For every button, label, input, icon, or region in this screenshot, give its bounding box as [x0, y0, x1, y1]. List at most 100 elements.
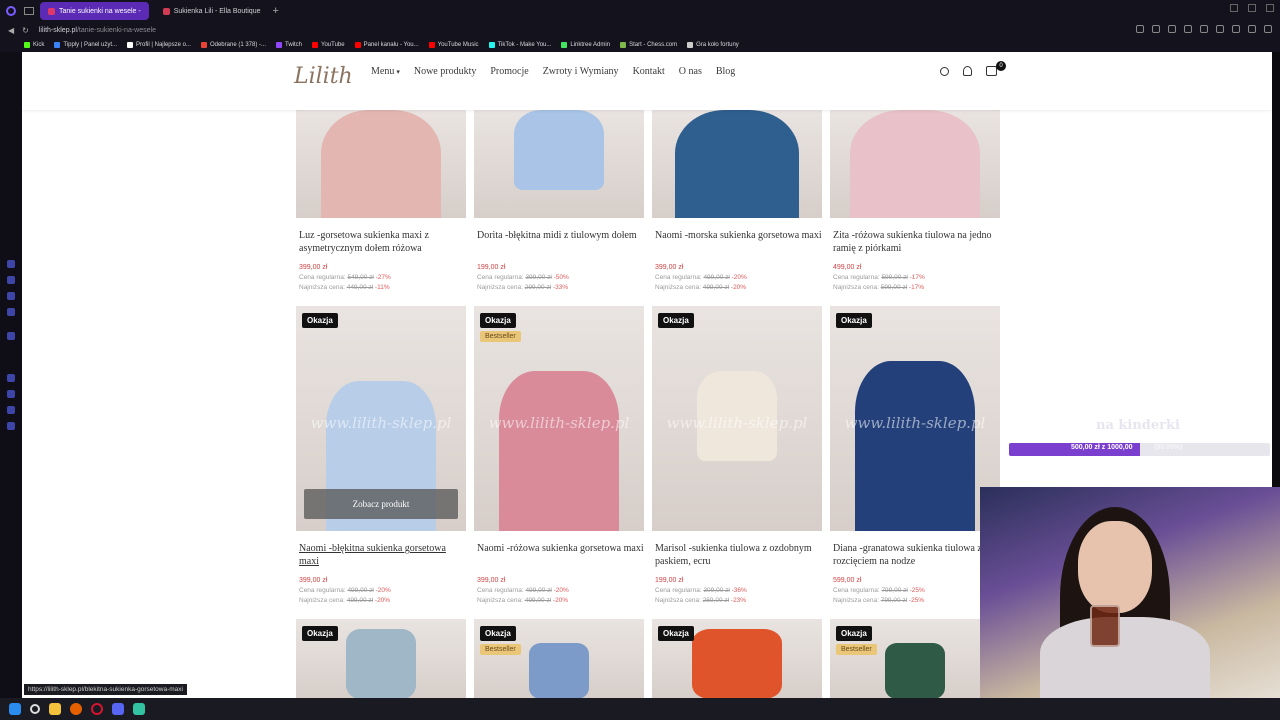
new-tab-button[interactable]: +: [273, 5, 279, 17]
file-explorer-icon[interactable]: [49, 703, 61, 715]
tab-favicon-icon: [48, 7, 55, 15]
deal-badge: Okazja: [480, 313, 516, 328]
profil-icon: [127, 42, 134, 48]
site-logo[interactable]: Lilith: [294, 64, 353, 89]
product-card[interactable]: Okazja www.lilith-sklep.pl Diana -granat…: [830, 306, 1000, 604]
bookmark-kick[interactable]: Kick: [24, 42, 44, 48]
nav-zwroty[interactable]: Zwroty i Wymiany: [543, 66, 619, 77]
product-title[interactable]: Marisol -sukienka tiulowa z ozdobnym pas…: [652, 543, 822, 569]
product-card[interactable]: Okazja: [296, 619, 466, 698]
product-image[interactable]: Okazja: [296, 619, 466, 698]
product-card[interactable]: Okazja Bestseller: [830, 619, 1000, 698]
sidebar-app-icon[interactable]: [7, 422, 15, 430]
discord-icon[interactable]: [112, 703, 124, 715]
nav-blog[interactable]: Blog: [716, 66, 735, 77]
tab-tanie-sukienki[interactable]: Tanie sukienki na wesele -: [40, 2, 149, 20]
webcam-overlay: [980, 487, 1280, 698]
product-title[interactable]: Naomi -różowa sukienka gorsetowa maxi: [474, 543, 644, 569]
product-image[interactable]: Okazja Bestseller www.lilith-sklep.pl: [474, 306, 644, 531]
product-title[interactable]: Diana -granatowa sukienka tiulowa z rozc…: [830, 543, 1000, 569]
product-card[interactable]: Naomi -morska sukienka gorsetowa maxi 39…: [652, 110, 822, 291]
url-field[interactable]: lilith-sklep.pl/tanie-sukienki-na-wesele: [39, 27, 156, 34]
extension-icon[interactable]: [1184, 25, 1192, 33]
product-title[interactable]: Zita -różowa sukienka tiulowa na jedno r…: [830, 230, 1000, 256]
bookmark-twitch[interactable]: Twitch: [276, 42, 302, 48]
product-image[interactable]: Okazja Bestseller: [830, 619, 1000, 698]
sidebar-app-icon[interactable]: [7, 390, 15, 398]
product-price: 199,00 zł: [477, 264, 506, 271]
sidebar-app-icon[interactable]: [7, 374, 15, 382]
search-icon[interactable]: [30, 704, 40, 714]
favorite-icon[interactable]: [1216, 25, 1224, 33]
product-image[interactable]: [652, 110, 822, 218]
extension-icon[interactable]: [1168, 25, 1176, 33]
menu-icon[interactable]: [1264, 25, 1272, 33]
product-title[interactable]: Dorita -błękitna midi z tiulowym dołem: [474, 230, 644, 256]
regular-price: Cena regularna: 499,00 zł -20%: [655, 274, 747, 281]
close-icon[interactable]: [1266, 4, 1274, 12]
product-card[interactable]: Okazja: [652, 619, 822, 698]
opera-icon[interactable]: [91, 703, 103, 715]
nav-menu[interactable]: Menu ▾: [371, 66, 400, 77]
bookmark-wheel[interactable]: Gra koło fortuny: [687, 42, 739, 48]
bookmark-tipply[interactable]: Tipply | Panel użyt...: [54, 42, 117, 48]
bookmark-chess[interactable]: Start - Chess.com: [620, 42, 677, 48]
sidebar-app-icon[interactable]: [7, 260, 15, 268]
product-card[interactable]: Okazja Bestseller: [474, 619, 644, 698]
windows-start-icon[interactable]: [9, 703, 21, 715]
extension-icon[interactable]: [1152, 25, 1160, 33]
product-title[interactable]: Naomi -morska sukienka gorsetowa maxi: [652, 230, 822, 256]
workspaces-icon[interactable]: [24, 7, 34, 15]
maximize-icon[interactable]: [1248, 4, 1256, 12]
product-image[interactable]: [830, 110, 1000, 218]
product-title[interactable]: Naomi -błękitna sukienka gorsetowa maxi: [296, 543, 466, 569]
bookmark-panel-kanalu[interactable]: Panel kanału - You...: [354, 42, 419, 48]
back-icon[interactable]: ◀: [8, 26, 14, 35]
product-image[interactable]: Okazja www.lilith-sklep.pl: [652, 306, 822, 531]
reload-icon[interactable]: ↻: [22, 26, 29, 35]
sidebar-app-icon[interactable]: [7, 308, 15, 316]
product-card[interactable]: Luz -gorsetowa sukienka maxi z asymetryc…: [296, 110, 466, 291]
sidebar-app-icon[interactable]: [7, 292, 15, 300]
lowest-price: Najniższa cena: 299,00 zł -33%: [477, 284, 569, 291]
bookmark-youtube-music[interactable]: YouTube Music: [428, 42, 479, 48]
product-image[interactable]: Okazja: [652, 619, 822, 698]
product-image[interactable]: [296, 110, 466, 218]
product-image[interactable]: [474, 110, 644, 218]
download-icon[interactable]: [1248, 25, 1256, 33]
tab-sukienka-lili[interactable]: Sukienka Lili - Ella Boutique: [155, 2, 269, 20]
nav-promocje[interactable]: Promocje: [490, 66, 528, 77]
product-image[interactable]: Okazja www.lilith-sklep.pl: [830, 306, 1000, 531]
nav-nowe-produkty[interactable]: Nowe produkty: [414, 66, 477, 77]
bookmark-profil[interactable]: Profil | Najlepsze o...: [127, 42, 191, 48]
product-card[interactable]: Okazja www.lilith-sklep.pl Marisol -suki…: [652, 306, 822, 604]
extension-icon[interactable]: [1200, 25, 1208, 33]
firefox-icon[interactable]: [70, 703, 82, 715]
product-card[interactable]: Okazja Bestseller www.lilith-sklep.pl Na…: [474, 306, 644, 604]
bookmark-gmail[interactable]: Odebrane (1 378) -...: [200, 42, 266, 48]
sidebar-app-icon[interactable]: [7, 276, 15, 284]
product-card[interactable]: Dorita -błękitna midi z tiulowym dołem 1…: [474, 110, 644, 291]
product-image[interactable]: Okazja Bestseller: [474, 619, 644, 698]
see-product-button[interactable]: Zobacz produkt: [304, 489, 458, 519]
bookmark-linktree[interactable]: Linktree Admin: [561, 42, 610, 48]
extension-icon[interactable]: [1232, 25, 1240, 33]
bookmark-youtube[interactable]: YouTube: [312, 42, 345, 48]
extension-icon[interactable]: [1136, 25, 1144, 33]
nav-kontakt[interactable]: Kontakt: [633, 66, 665, 77]
sidebar-app-icon[interactable]: [7, 332, 15, 340]
browser-logo-icon[interactable]: [6, 6, 16, 16]
nav-o-nas[interactable]: O nas: [679, 66, 702, 77]
product-card[interactable]: Okazja www.lilith-sklep.pl Zobacz produk…: [296, 306, 466, 604]
bookmark-tiktok[interactable]: TikTok - Make You...: [488, 42, 551, 48]
sidebar-app-icon[interactable]: [7, 406, 15, 414]
product-title[interactable]: Luz -gorsetowa sukienka maxi z asymetryc…: [296, 230, 466, 256]
product-price: 399,00 zł: [477, 577, 506, 584]
chess-icon: [620, 42, 627, 48]
product-card[interactable]: Zita -różowa sukienka tiulowa na jedno r…: [830, 110, 1000, 291]
minimize-icon[interactable]: [1230, 4, 1238, 12]
search-icon[interactable]: [940, 66, 949, 76]
product-image[interactable]: Okazja www.lilith-sklep.pl Zobacz produk…: [296, 306, 466, 531]
account-icon[interactable]: [963, 66, 972, 76]
streamlabs-icon[interactable]: [133, 703, 145, 715]
